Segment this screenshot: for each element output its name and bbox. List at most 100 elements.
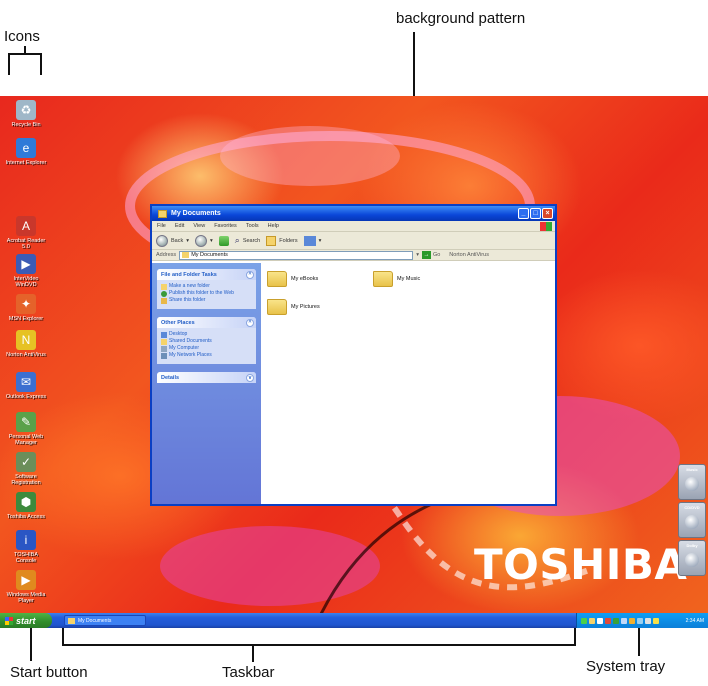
callout-background: background pattern <box>396 10 526 27</box>
taskbar-bracket-bottom <box>62 644 576 646</box>
file-folder-tasks-header[interactable]: File and Folder Tasks ^ <box>157 269 256 280</box>
desktop-icon-web-manager[interactable]: ✎ Personal Web Manager <box>4 412 48 446</box>
folder-my-music[interactable]: My Music <box>373 271 420 287</box>
my-documents-window[interactable]: My Documents _ □ × File Edit View Favori… <box>150 204 557 506</box>
callout-taskbar: Taskbar <box>222 664 275 681</box>
go-button[interactable]: → Go <box>421 251 440 259</box>
collapse-icon[interactable]: ^ <box>246 270 254 279</box>
tray-wireless-icon[interactable] <box>637 617 643 624</box>
menu-tools[interactable]: Tools <box>246 223 259 229</box>
menu-edit[interactable]: Edit <box>175 223 184 229</box>
up-folder-icon <box>218 235 229 246</box>
internet-explorer-icon: e <box>16 138 36 158</box>
views-icon <box>303 235 316 246</box>
tray-clock[interactable]: 2:34 AM <box>686 618 704 624</box>
dropdown-arrow-icon: ▾ <box>318 237 322 244</box>
speaker-icon <box>685 553 699 567</box>
registration-icon: ✓ <box>16 452 36 472</box>
other-places-header[interactable]: Other Places ^ <box>157 317 256 328</box>
menu-bar: File Edit View Favorites Tools Help <box>152 221 555 232</box>
folder-icon <box>182 252 190 258</box>
desktop-icon-internet-explorer[interactable]: e Internet Explorer <box>4 138 48 166</box>
minimize-button[interactable]: _ <box>518 208 529 219</box>
close-button[interactable]: × <box>542 208 553 219</box>
go-arrow-icon: → <box>421 251 431 259</box>
my-computer-icon <box>161 345 167 352</box>
callout-tray: System tray <box>586 658 666 675</box>
desktop-icon-toshiba-console[interactable]: i TOSHIBA Console <box>4 530 48 564</box>
icons-bracket-right <box>40 53 42 75</box>
windows-logo-icon <box>5 616 13 625</box>
tray-update-icon[interactable] <box>653 617 659 624</box>
taskbar-item-my-documents[interactable]: My Documents <box>64 615 146 626</box>
dropdown-arrow-icon: ▾ <box>210 237 213 244</box>
desktop-icon-outlook[interactable]: ✉ Outlook Express <box>4 372 48 400</box>
forward-button[interactable]: ▾ <box>195 234 213 247</box>
folders-button[interactable]: Folders <box>266 235 298 246</box>
music-note-icon <box>685 477 699 491</box>
task-share-folder[interactable]: Share this folder <box>161 297 252 304</box>
address-dropdown-icon[interactable]: ▾ <box>416 252 419 258</box>
desktop-icon-recycle-bin[interactable]: ♻ Recycle Bin <box>4 100 48 128</box>
desktop-icon-msn[interactable]: ✦ MSN Explorer <box>4 294 48 322</box>
pictures-folder-icon <box>267 299 287 315</box>
address-bar: Address My Documents ▾ → Go Norton AntiV… <box>152 250 555 261</box>
taskbar[interactable]: start My Documents 2:34 AM <box>0 613 708 628</box>
web-manager-icon: ✎ <box>16 412 36 432</box>
menu-view[interactable]: View <box>193 223 205 229</box>
details-panel: Details v <box>157 372 256 383</box>
folders-icon <box>266 235 277 246</box>
start-button[interactable]: start <box>0 613 52 628</box>
menu-help[interactable]: Help <box>268 223 279 229</box>
desktop-icon-media-player[interactable]: ▶ Windows Media Player <box>4 570 48 604</box>
task-publish-folder[interactable]: Publish this folder to the Web <box>161 290 252 297</box>
tray-messenger-icon[interactable] <box>613 617 619 624</box>
views-button[interactable]: ▾ <box>303 235 322 246</box>
up-button[interactable] <box>218 235 229 246</box>
windows-logo-icon <box>540 222 552 231</box>
desktop[interactable]: ♻ Recycle Bin e Internet Explorer A Acro… <box>0 96 708 613</box>
tray-security-icon[interactable] <box>645 617 651 624</box>
music-gadget[interactable]: Music <box>678 464 706 500</box>
task-make-new-folder[interactable]: Make a new folder <box>161 283 252 290</box>
desktop-icon-acrobat[interactable]: A Acrobat Reader 5.0 <box>4 216 48 250</box>
search-icon: ⌕ <box>234 235 240 245</box>
window-titlebar[interactable]: My Documents _ □ × <box>152 206 555 221</box>
file-list[interactable]: My eBooks My Music My Pictures <box>261 263 555 504</box>
cd-dvd-gadget[interactable]: CD/DVD <box>678 502 706 538</box>
norton-icon: N <box>16 330 36 350</box>
links-norton[interactable]: Norton AntiVirus <box>449 252 489 258</box>
back-button[interactable]: Back ▾ <box>156 234 189 247</box>
details-header[interactable]: Details v <box>157 372 256 383</box>
expand-icon[interactable]: v <box>246 373 254 382</box>
disc-icon <box>685 515 699 529</box>
collapse-icon[interactable]: ^ <box>246 318 254 327</box>
desktop-icon-registration[interactable]: ✓ Software Registration <box>4 452 48 486</box>
tray-power-icon[interactable] <box>605 617 611 624</box>
dropdown-arrow-icon: ▾ <box>186 237 189 244</box>
folder-my-pictures[interactable]: My Pictures <box>267 299 320 315</box>
menu-favorites[interactable]: Favorites <box>214 223 237 229</box>
desktop-icon-windvd[interactable]: ▶ InterVideo WinDVD <box>4 254 48 288</box>
callout-icons: Icons <box>4 28 40 45</box>
tray-battery-icon[interactable] <box>629 617 635 624</box>
folder-my-ebooks[interactable]: My eBooks <box>267 271 318 287</box>
place-my-network-places[interactable]: My Network Places <box>161 352 252 359</box>
place-my-computer[interactable]: My Computer <box>161 345 252 352</box>
desktop-icon-norton[interactable]: N Norton AntiVirus <box>4 330 48 358</box>
tray-display-icon[interactable] <box>621 617 627 624</box>
toshiba-console-icon: i <box>16 530 36 550</box>
dolby-gadget[interactable]: Dolby <box>678 540 706 576</box>
menu-file[interactable]: File <box>157 223 166 229</box>
place-desktop[interactable]: Desktop <box>161 331 252 338</box>
desktop-icon-toshiba-access[interactable]: ⬢ Toshiba Access <box>4 492 48 520</box>
tray-volume-icon[interactable] <box>597 617 603 624</box>
maximize-button[interactable]: □ <box>530 208 541 219</box>
place-shared-documents[interactable]: Shared Documents <box>161 338 252 345</box>
tray-network-icon[interactable] <box>581 617 587 624</box>
tray-antivirus-icon[interactable] <box>589 617 595 624</box>
address-field[interactable]: My Documents <box>179 250 414 260</box>
search-button[interactable]: ⌕ Search <box>235 235 260 246</box>
system-tray: 2:34 AM <box>576 613 708 628</box>
desktop-icon <box>161 331 167 338</box>
